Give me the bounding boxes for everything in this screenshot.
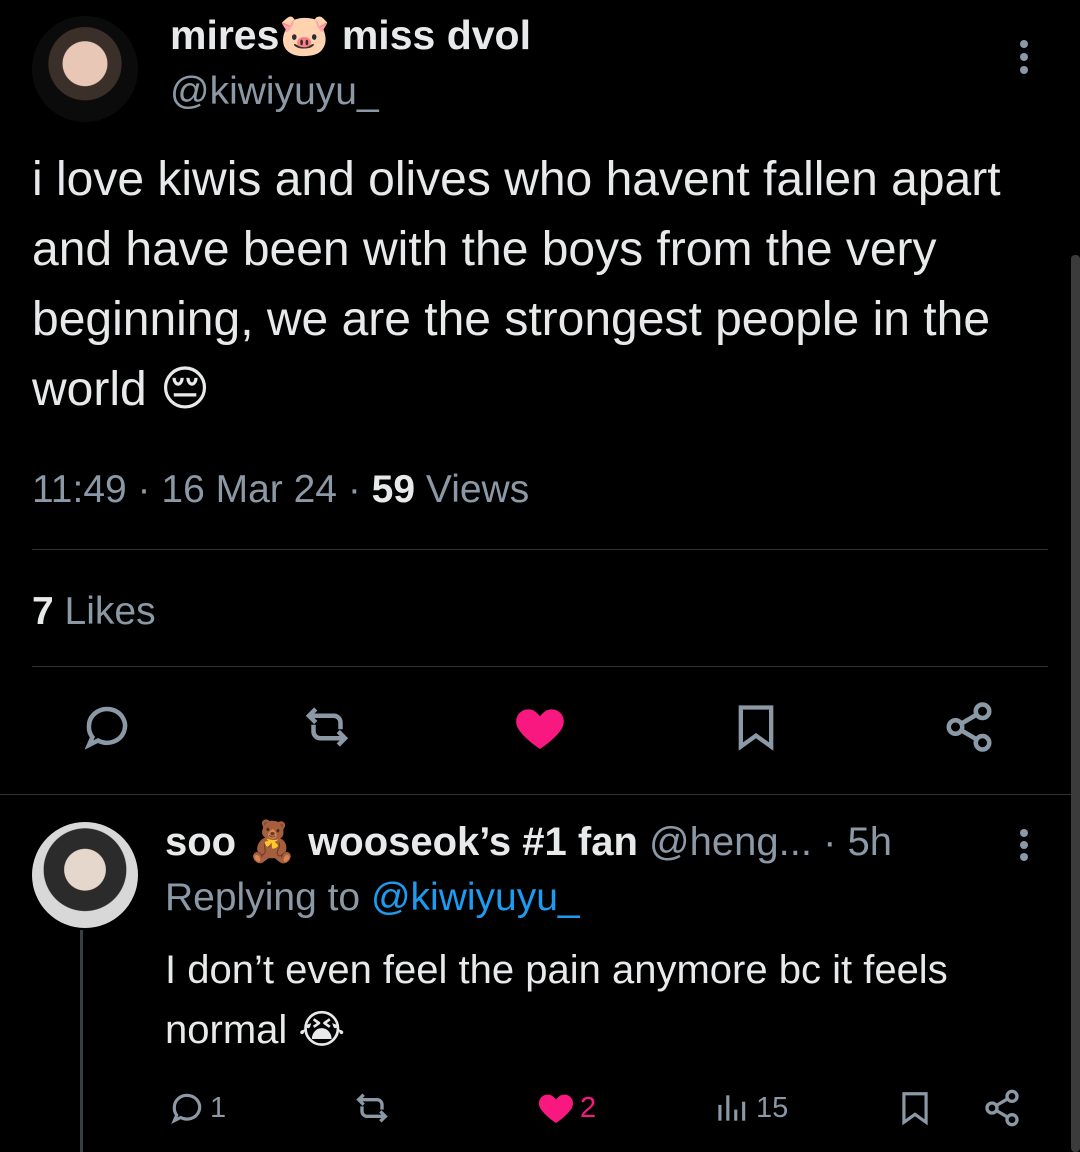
reply-reply-button[interactable]: 1: [168, 1088, 226, 1128]
reply-bookmark-button[interactable]: [896, 1088, 934, 1128]
heart-filled-icon: [538, 1094, 574, 1123]
more-vert-icon[interactable]: [1014, 825, 1034, 865]
tweet-meta: 11:49 · 16 Mar 24 · 59 Views: [32, 468, 529, 512]
retweet-icon: [356, 1093, 388, 1123]
reply-views-count: 15: [756, 1091, 789, 1124]
thread-line: [80, 930, 83, 1152]
views-label: Views: [425, 468, 530, 511]
reply-author-display-name[interactable]: soo 🧸 wooseok’s #1 fan: [165, 820, 638, 864]
reply-retweet-button[interactable]: [352, 1088, 392, 1128]
reply-text: I don’t even feel the pain anymore bc it…: [165, 948, 948, 1052]
reply-header: soo 🧸 wooseok’s #1 fan @heng... · 5h: [165, 818, 892, 865]
likes-count: 7: [32, 590, 54, 633]
like-button[interactable]: [512, 700, 568, 760]
scrollbar[interactable]: [1071, 255, 1080, 1152]
likes-stat[interactable]: 7 Likes: [32, 590, 156, 634]
meta-separator: ·: [137, 468, 162, 511]
reply-button[interactable]: [80, 700, 134, 760]
replying-to-handle[interactable]: @kiwiyuyu_: [371, 876, 580, 919]
tweet-text: i love kiwis and olives who havent falle…: [32, 153, 1001, 416]
retweet-icon: [305, 707, 349, 747]
reply-like-count: 2: [580, 1091, 597, 1124]
bookmark-icon: [902, 1092, 928, 1126]
reply-share-button[interactable]: [982, 1088, 1022, 1128]
author-handle[interactable]: @kiwiyuyu_: [170, 70, 379, 114]
views-count: 59: [371, 468, 416, 511]
replying-prefix: Replying to: [165, 876, 361, 919]
reply-author-handle[interactable]: @heng...: [649, 820, 812, 864]
reply-count: 1: [210, 1091, 227, 1124]
tweet-date[interactable]: 16 Mar 24: [161, 468, 337, 511]
reply-icon: [171, 1093, 202, 1125]
reply-views-button[interactable]: 15: [712, 1088, 788, 1128]
meta-separator: ·: [823, 820, 848, 864]
author-display-name[interactable]: mires🐷 miss dvol: [170, 12, 531, 60]
more-vert-icon[interactable]: [1014, 35, 1034, 95]
divider: [0, 794, 1080, 795]
share-icon: [946, 702, 992, 752]
replying-to: Replying to @kiwiyuyu_: [165, 876, 580, 920]
reply-author-avatar[interactable]: [32, 822, 138, 928]
meta-separator: ·: [347, 468, 372, 511]
views-icon: [718, 1095, 746, 1121]
heart-filled-icon: [516, 709, 564, 749]
share-icon: [985, 1089, 1019, 1127]
bookmark-button[interactable]: [730, 700, 782, 760]
reply-icon: [84, 706, 128, 750]
divider: [32, 549, 1048, 550]
share-button[interactable]: [942, 700, 996, 760]
divider: [32, 666, 1048, 667]
likes-label: Likes: [64, 590, 156, 633]
reply-time[interactable]: 5h: [848, 820, 893, 864]
tweet-time[interactable]: 11:49: [32, 468, 127, 511]
retweet-button[interactable]: [300, 700, 354, 760]
author-avatar[interactable]: [32, 16, 138, 122]
bookmark-icon: [738, 705, 774, 751]
reply-like-button[interactable]: 2: [536, 1088, 596, 1128]
